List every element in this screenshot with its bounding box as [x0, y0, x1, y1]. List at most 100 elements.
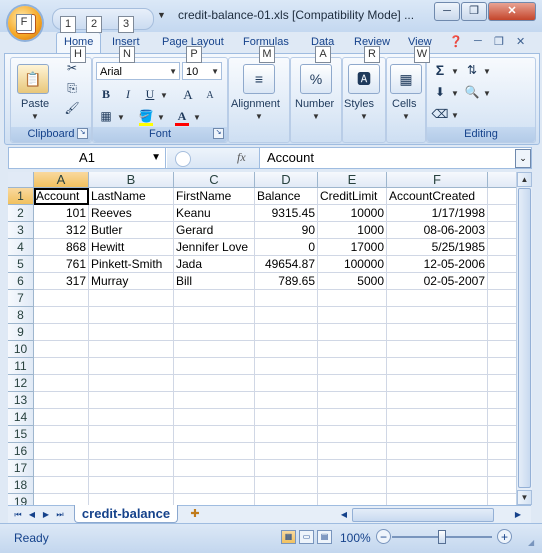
empty-cell[interactable] — [34, 409, 89, 426]
borders-icon[interactable]: ▦ — [97, 108, 115, 125]
empty-cell[interactable] — [89, 324, 174, 341]
empty-cell[interactable] — [255, 477, 318, 494]
normal-view-icon[interactable]: ▦ — [281, 530, 296, 544]
empty-cell[interactable] — [34, 290, 89, 307]
data-cell[interactable]: Bill — [174, 273, 255, 290]
empty-cell[interactable] — [255, 358, 318, 375]
data-cell[interactable]: 101 — [34, 205, 89, 222]
empty-cell[interactable] — [89, 494, 174, 505]
empty-cell[interactable] — [488, 273, 516, 290]
empty-cell[interactable] — [488, 392, 516, 409]
number-button-label[interactable]: Number — [295, 98, 334, 110]
data-cell[interactable]: 0 — [255, 239, 318, 256]
borders-dropdown-icon[interactable]: ▼ — [117, 113, 125, 122]
row-header-17[interactable]: 17 — [8, 460, 34, 477]
format-painter-icon[interactable]: 🖌 — [63, 100, 81, 117]
zoom-level[interactable]: 100% — [340, 531, 371, 545]
row-header-9[interactable]: 9 — [8, 324, 34, 341]
data-cell[interactable]: Pinkett-Smith — [89, 256, 174, 273]
empty-cell[interactable] — [387, 307, 488, 324]
row-header-16[interactable]: 16 — [8, 443, 34, 460]
empty-cell[interactable] — [89, 460, 174, 477]
name-box[interactable]: A1 ▼ — [9, 148, 166, 168]
header-cell[interactable]: FirstName — [174, 188, 255, 205]
font-launcher-icon[interactable]: ↘ — [213, 128, 224, 139]
empty-cell[interactable] — [89, 358, 174, 375]
data-cell[interactable]: Jada — [174, 256, 255, 273]
data-cell[interactable]: 9315.45 — [255, 205, 318, 222]
empty-cell[interactable] — [488, 222, 516, 239]
styles-button-label[interactable]: Styles — [344, 98, 374, 110]
empty-cell[interactable] — [318, 443, 387, 460]
data-cell[interactable]: Gerard — [174, 222, 255, 239]
empty-cell[interactable] — [174, 443, 255, 460]
data-cell[interactable]: 312 — [34, 222, 89, 239]
data-cell[interactable]: 17000 — [318, 239, 387, 256]
find-select-dropdown-icon[interactable]: ▼ — [483, 89, 491, 98]
empty-cell[interactable] — [318, 426, 387, 443]
empty-cell[interactable] — [255, 324, 318, 341]
header-cell[interactable]: LastName — [89, 188, 174, 205]
column-header-b[interactable]: B — [89, 172, 174, 188]
empty-cell[interactable] — [34, 460, 89, 477]
scroll-down-arrow-icon[interactable]: ▼ — [517, 490, 532, 505]
empty-cell[interactable] — [34, 392, 89, 409]
close-button[interactable]: ✕ — [488, 2, 536, 21]
empty-cell[interactable] — [387, 443, 488, 460]
autosum-button[interactable]: Σ — [431, 62, 449, 79]
header-cell[interactable]: Balance — [255, 188, 318, 205]
help-icon[interactable]: ❓ — [449, 35, 463, 48]
font-color-dropdown-icon[interactable]: ▼ — [193, 113, 201, 122]
row-header-8[interactable]: 8 — [8, 307, 34, 324]
empty-cell[interactable] — [387, 341, 488, 358]
clear-dropdown-icon[interactable]: ▼ — [451, 111, 459, 120]
cells-button-label[interactable]: Cells — [392, 98, 416, 110]
empty-cell[interactable] — [174, 494, 255, 505]
paste-button-label[interactable]: Paste — [21, 98, 49, 110]
alignment-button-label[interactable]: Alignment — [231, 98, 280, 110]
empty-cell[interactable] — [174, 307, 255, 324]
next-sheet-icon[interactable]: ▶ — [40, 509, 52, 521]
empty-cell[interactable] — [387, 477, 488, 494]
vertical-scroll-thumb[interactable] — [518, 188, 531, 488]
column-header-d[interactable]: D — [255, 172, 318, 188]
column-header-a[interactable]: A — [34, 172, 89, 188]
paste-dropdown-icon[interactable]: ▼ — [31, 112, 39, 121]
shrink-font-button[interactable]: A — [201, 87, 219, 104]
empty-cell[interactable] — [255, 307, 318, 324]
worksheet-grid[interactable]: A B C D E F 1 Account LastName FirstName Balance Cr… — [8, 172, 516, 505]
empty-cell[interactable] — [34, 426, 89, 443]
sheet-tab-credit-balance[interactable]: credit-balance — [74, 505, 178, 523]
first-sheet-icon[interactable]: ⏮ — [12, 509, 24, 521]
row-header-14[interactable]: 14 — [8, 409, 34, 426]
empty-cell[interactable] — [488, 443, 516, 460]
empty-cell[interactable] — [34, 443, 89, 460]
font-name-dropdown-icon[interactable]: ▼ — [169, 63, 177, 81]
scroll-right-arrow-icon[interactable]: ▶ — [512, 509, 524, 521]
horizontal-scroll-thumb[interactable] — [352, 508, 494, 522]
select-all-corner[interactable] — [8, 172, 34, 188]
data-cell[interactable]: Hewitt — [89, 239, 174, 256]
data-cell[interactable]: 317 — [34, 273, 89, 290]
empty-cell[interactable] — [34, 324, 89, 341]
row-header-7[interactable]: 7 — [8, 290, 34, 307]
row-header-2[interactable]: 2 — [8, 205, 34, 222]
cells-icon[interactable]: ▦ — [390, 64, 422, 94]
find-select-icon[interactable]: 🔍 — [463, 84, 481, 101]
data-cell[interactable]: 12-05-2006 — [387, 256, 488, 273]
empty-cell[interactable] — [488, 239, 516, 256]
data-cell[interactable]: Butler — [89, 222, 174, 239]
autosum-dropdown-icon[interactable]: ▼ — [451, 67, 459, 76]
empty-cell[interactable] — [34, 375, 89, 392]
empty-cell[interactable] — [488, 409, 516, 426]
empty-cell[interactable] — [255, 443, 318, 460]
empty-cell[interactable] — [318, 375, 387, 392]
data-cell[interactable]: 100000 — [318, 256, 387, 273]
empty-cell[interactable] — [318, 460, 387, 477]
zoom-out-icon[interactable]: − — [376, 529, 391, 544]
data-cell[interactable]: 49654.87 — [255, 256, 318, 273]
empty-cell[interactable] — [387, 375, 488, 392]
empty-cell[interactable] — [255, 375, 318, 392]
row-header-1[interactable]: 1 — [8, 188, 34, 205]
empty-cell[interactable] — [488, 324, 516, 341]
